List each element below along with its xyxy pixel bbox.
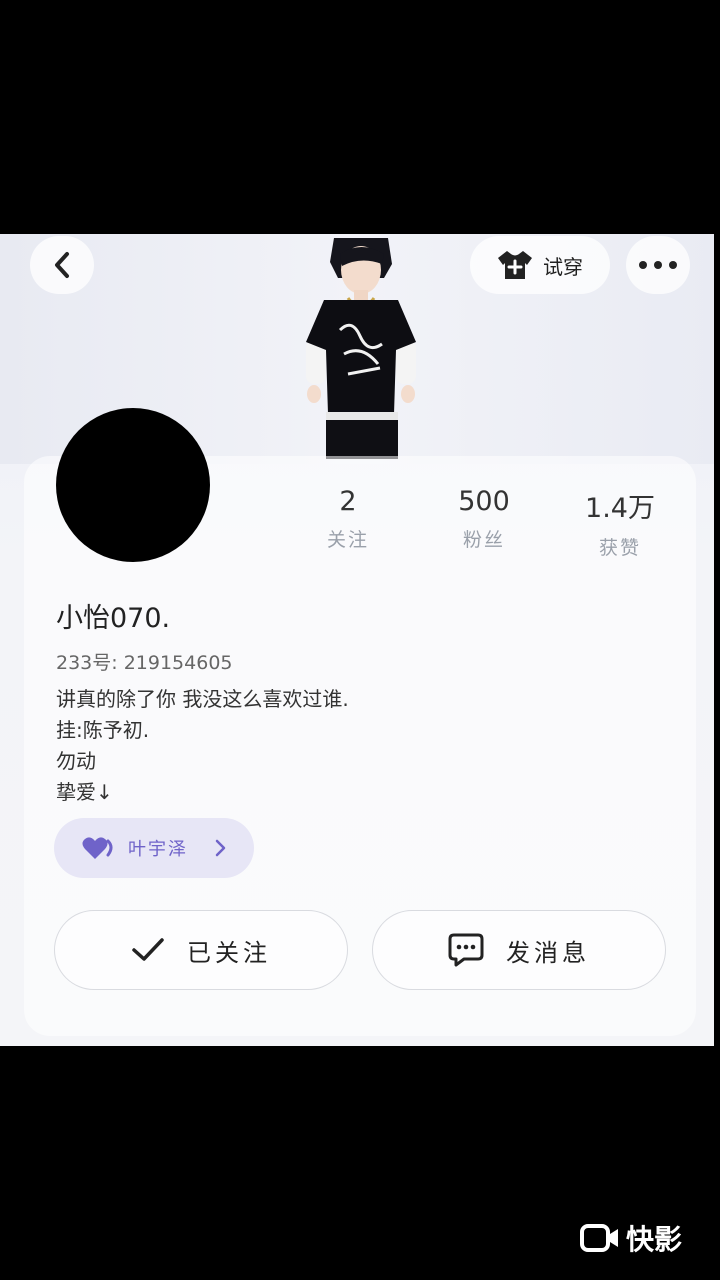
- try-on-label: 试穿: [543, 254, 583, 279]
- user-id: 233号: 219154605: [56, 652, 233, 674]
- try-on-button[interactable]: 试穿: [470, 236, 610, 294]
- bio-line: 挂:陈予初.: [56, 718, 150, 742]
- stat-following[interactable]: 2 关注: [288, 486, 408, 552]
- profile-avatar[interactable]: [56, 408, 210, 562]
- followed-label: 已关注: [187, 938, 271, 967]
- app-watermark: 快影: [580, 1218, 682, 1258]
- stat-following-count: 2: [339, 486, 357, 517]
- more-dots-icon: [639, 261, 677, 269]
- stat-fans-label: 粉丝: [462, 529, 505, 551]
- check-icon: [132, 938, 164, 961]
- bio: 讲真的除了你 我没这么喜欢过谁. 挂:陈予初. 勿动 挚爱↓: [56, 684, 349, 808]
- cp-name: 叶宇泽: [128, 839, 188, 860]
- video-camera-icon: [580, 1224, 618, 1252]
- profile-screen: 试穿 2 关注 500 粉丝 1.4万 获赞 小怡070. 233号: 2191…: [0, 234, 714, 1046]
- bio-line: 挚爱↓: [56, 780, 113, 804]
- chat-bubble-icon: [448, 933, 484, 967]
- followed-button[interactable]: 已关注: [54, 910, 348, 990]
- bio-line: 讲真的除了你 我没这么喜欢过谁.: [56, 687, 349, 711]
- stat-likes-label: 获赞: [598, 537, 641, 559]
- avatar-figure: [306, 238, 416, 459]
- shirt-icon: [498, 251, 532, 279]
- stat-likes-count: 1.4万: [585, 493, 655, 524]
- stat-fans-count: 500: [458, 486, 510, 517]
- more-button[interactable]: [626, 236, 690, 294]
- stat-likes[interactable]: 1.4万 获赞: [560, 486, 680, 560]
- chevron-right-icon: [215, 839, 226, 857]
- message-label: 发消息: [506, 938, 590, 967]
- heart-icon: [82, 837, 113, 859]
- bio-line: 勿动: [56, 749, 96, 773]
- nickname: 小怡070.: [56, 603, 171, 634]
- watermark-text: 快影: [626, 1223, 683, 1256]
- stat-following-label: 关注: [326, 529, 369, 551]
- message-button[interactable]: 发消息: [372, 910, 666, 990]
- chevron-left-icon: [55, 252, 69, 278]
- stat-fans[interactable]: 500 粉丝: [424, 486, 544, 552]
- back-button[interactable]: [30, 236, 94, 294]
- cp-tag[interactable]: 叶宇泽: [54, 818, 254, 878]
